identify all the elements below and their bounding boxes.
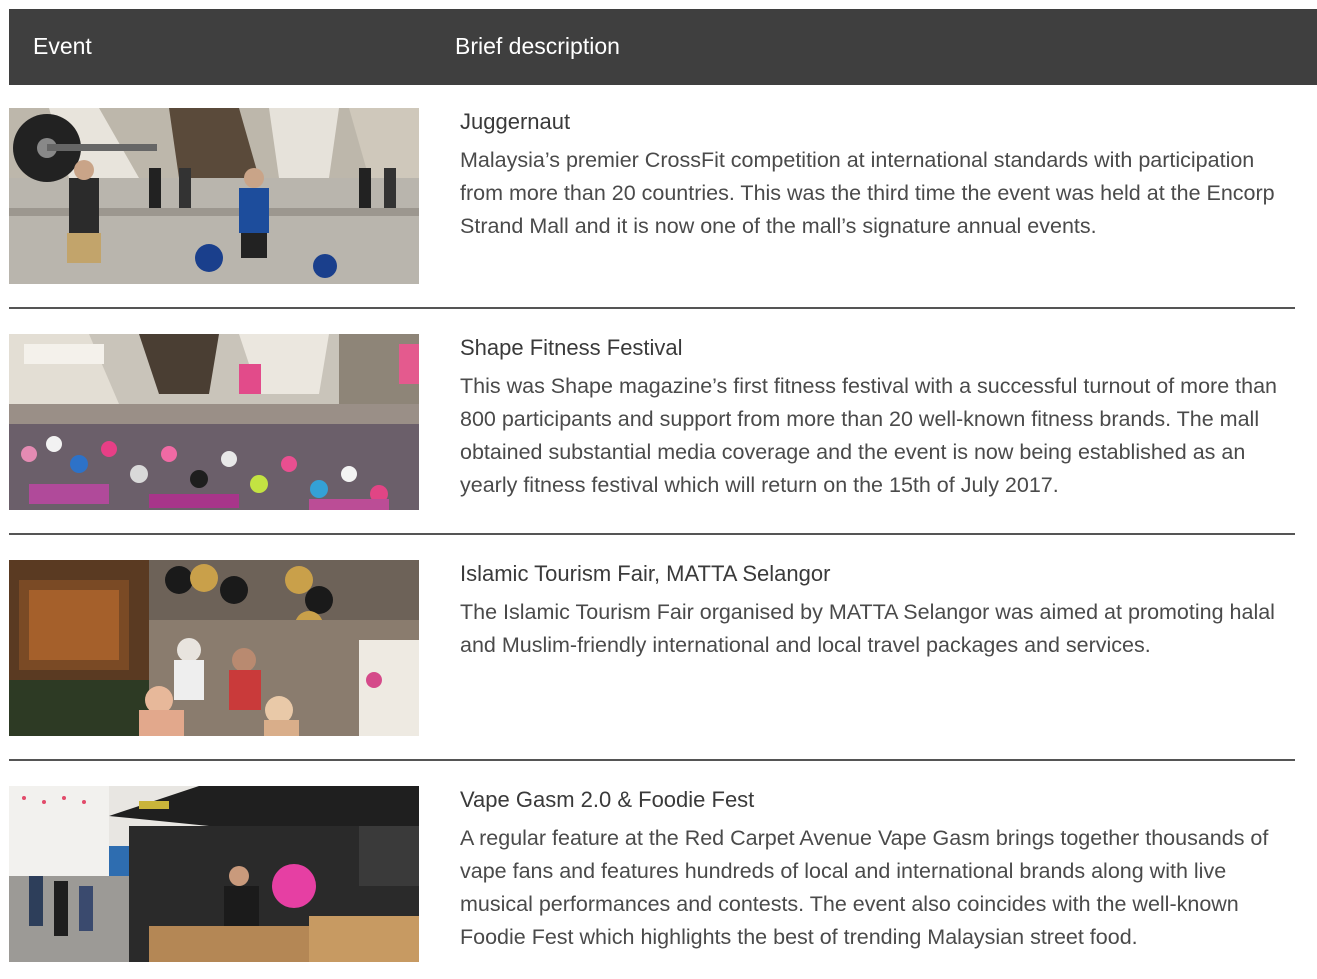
row-divider <box>9 533 1295 535</box>
event-title: Vape Gasm 2.0 & Foodie Fest <box>460 787 755 812</box>
header-event: Event <box>33 33 92 59</box>
header-description: Brief description <box>455 33 620 59</box>
event-photo-islamic-tourism-fair <box>9 560 419 736</box>
event-title: Shape Fitness Festival <box>460 335 683 360</box>
row-divider <box>9 759 1295 761</box>
events-table: Event Brief description <box>9 9 1317 85</box>
event-description: Malaysia’s premier CrossFit competition … <box>460 148 1275 238</box>
event-title: Islamic Tourism Fair, MATTA Selangor <box>460 561 831 586</box>
event-title: Juggernaut <box>460 109 571 134</box>
event-photo-shape-fitness <box>9 334 419 510</box>
table-header: Event Brief description <box>9 9 1317 85</box>
event-photo-vape-gasm <box>9 786 419 962</box>
event-description: The Islamic Tourism Fair organised by MA… <box>460 600 1275 657</box>
event-photo-juggernaut <box>9 108 419 284</box>
event-description: A regular feature at the Red Carpet Aven… <box>460 826 1269 949</box>
event-description: This was Shape magazine’s first fitness … <box>460 374 1277 497</box>
row-divider <box>9 307 1295 309</box>
